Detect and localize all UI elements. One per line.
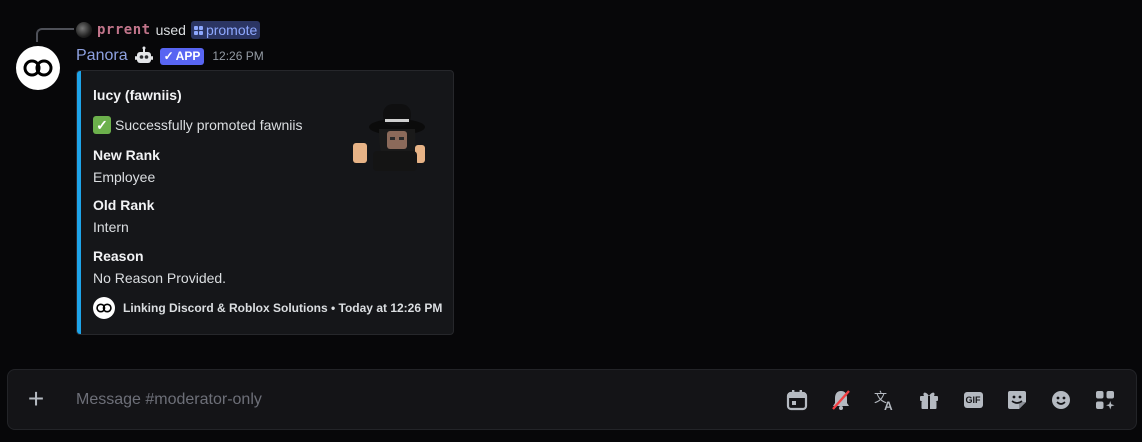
app-badge: ✓ APP — [159, 47, 205, 65]
reply-user-avatar[interactable] — [76, 22, 92, 38]
reply-username[interactable]: prrent — [97, 22, 151, 38]
reply-used-text: used — [155, 22, 186, 38]
add-attachment-button[interactable]: + — [22, 385, 50, 414]
field-value-new-rank: Employee — [93, 169, 156, 185]
footer-link-logo-icon — [93, 297, 115, 319]
reply-connector — [36, 28, 74, 42]
gift-icon[interactable] — [916, 387, 942, 413]
gif-label: GIF — [963, 392, 983, 408]
apps-icon[interactable] — [1092, 387, 1118, 413]
gif-picker-icon[interactable]: GIF — [960, 387, 986, 413]
field-name-old-rank: Old Rank — [93, 197, 155, 213]
roblox-avatar-thumbnail[interactable] — [349, 101, 429, 173]
message-composer: + 文A GIF — [7, 369, 1137, 430]
command-chip[interactable]: promote — [190, 21, 261, 39]
translate-icon[interactable]: 文A — [872, 387, 898, 413]
discord-chat: prrent used promote Panora ✓ APP 12:26 P… — [0, 0, 1142, 442]
check-mark-button-icon: ✓ — [93, 116, 111, 134]
robot-icon — [134, 46, 153, 63]
message-header: Panora ✓ APP 12:26 PM — [76, 45, 264, 67]
message-input[interactable] — [76, 388, 676, 412]
field-value-old-rank: Intern — [93, 219, 129, 235]
embed-accent-bar — [77, 71, 81, 334]
embed-title: lucy (fawniis) — [93, 87, 182, 103]
app-badge-label: APP — [175, 49, 201, 63]
svg-text:A: A — [884, 399, 893, 411]
embed-footer-text: Linking Discord & Roblox Solutions • Tod… — [123, 301, 443, 315]
notifications-muted-icon[interactable] — [828, 387, 854, 413]
embed-footer: Linking Discord & Roblox Solutions • Tod… — [93, 297, 442, 319]
field-value-reason: No Reason Provided. — [93, 270, 227, 286]
reply-context[interactable]: prrent used promote — [76, 20, 261, 40]
link-logo-icon — [23, 59, 53, 77]
field-name-reason: Reason — [93, 248, 144, 264]
embed-description-text: Successfully promoted fawniis — [115, 117, 303, 133]
field-name-new-rank: New Rank — [93, 147, 160, 163]
command-icon — [193, 25, 203, 35]
checkmark-icon: ✓ — [163, 49, 174, 63]
sticker-icon[interactable] — [1004, 387, 1030, 413]
calendar-icon[interactable] — [784, 387, 810, 413]
author-name[interactable]: Panora — [76, 47, 128, 65]
bot-avatar[interactable] — [16, 46, 60, 90]
emoji-icon[interactable] — [1048, 387, 1074, 413]
embed-description: ✓ Successfully promoted fawniis — [93, 116, 303, 134]
embed-card: lucy (fawniis) ✓ Successfully promoted f… — [76, 70, 454, 335]
command-name: promote — [205, 22, 258, 38]
message-timestamp[interactable]: 12:26 PM — [212, 49, 263, 63]
